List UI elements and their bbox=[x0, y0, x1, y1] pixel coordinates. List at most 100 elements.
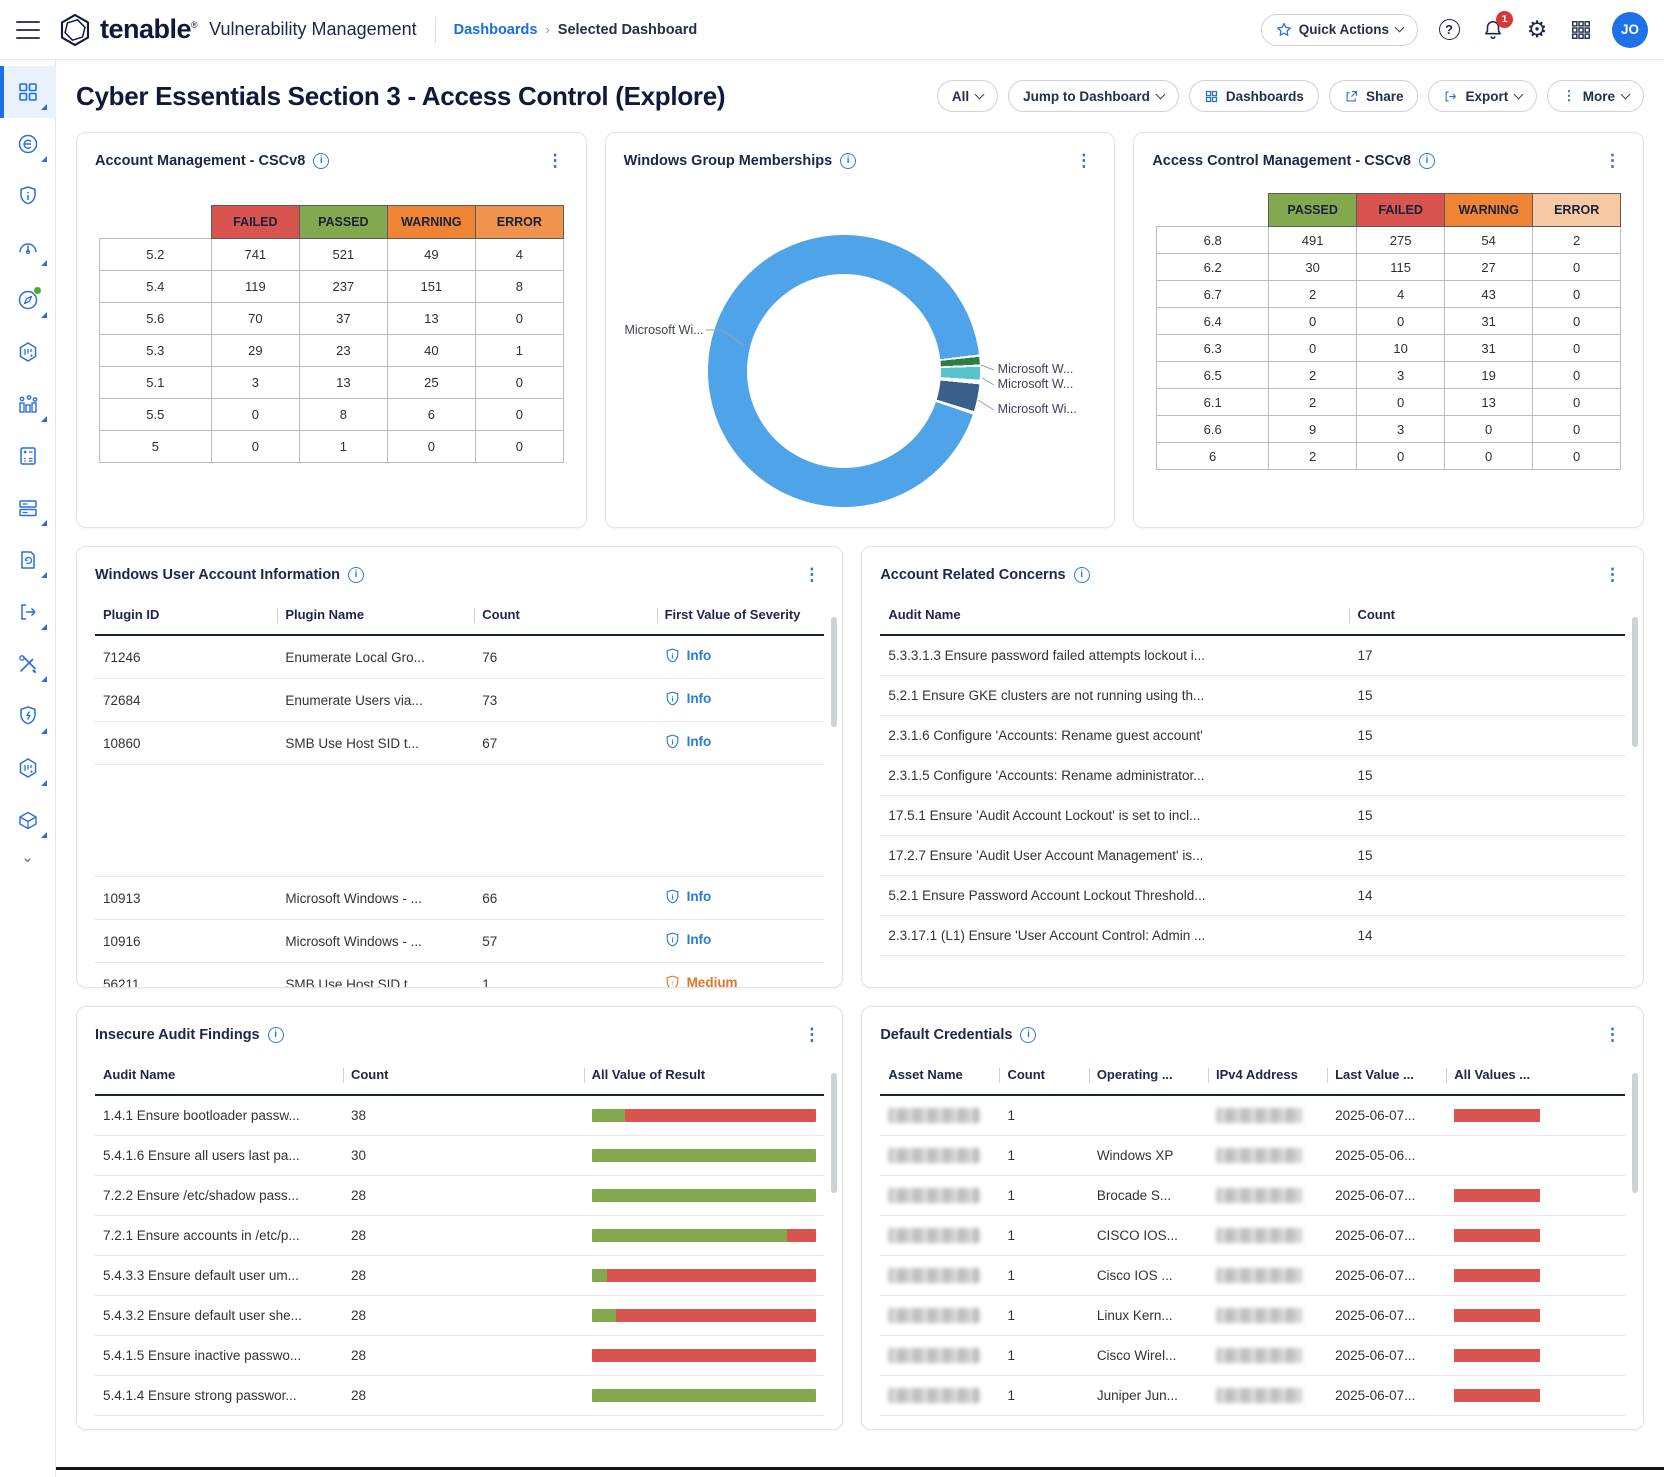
table-row[interactable]: 17.2.7 Ensure 'Audit User Account Manage… bbox=[880, 836, 1625, 876]
table-row[interactable]: 1Cisco Wirel...2025-06-07... bbox=[880, 1336, 1625, 1376]
apps-button[interactable] bbox=[1568, 17, 1594, 43]
table-row[interactable]: 5.2.1 Ensure Password Account Lockout Th… bbox=[880, 876, 1625, 916]
sidebar-item-findings[interactable] bbox=[0, 170, 56, 222]
table-row[interactable]: 72684Enumerate Users via...73iInfo bbox=[95, 679, 824, 722]
count-cell: 28 bbox=[343, 1376, 584, 1416]
vertical-scrollbar[interactable] bbox=[1632, 617, 1638, 747]
table-row[interactable]: 71246Enumerate Local Gro...76iInfo bbox=[95, 635, 824, 679]
sidebar-item-dashboards[interactable] bbox=[0, 66, 56, 118]
vertical-scrollbar[interactable] bbox=[831, 617, 837, 727]
filter-all-button[interactable]: All bbox=[937, 80, 998, 112]
audit-name-cell: 2.3.17.1 (L1) Ensure 'User Account Contr… bbox=[880, 916, 1349, 956]
sidebar-item-lumin[interactable] bbox=[0, 222, 56, 274]
table-row[interactable]: 1Brocade S...2025-06-07... bbox=[880, 1176, 1625, 1216]
info-icon[interactable]: i bbox=[268, 1027, 284, 1043]
table-row[interactable]: 2.3.17.1 (L1) Ensure 'User Account Contr… bbox=[880, 916, 1625, 956]
matrix-cell: 0 bbox=[1533, 416, 1621, 443]
table-row[interactable]: 5.4.3.2 Ensure default user she...28 bbox=[95, 1296, 824, 1336]
last-value-cell: 2025-06-07... bbox=[1327, 1296, 1446, 1336]
table-row[interactable]: 10913Microsoft Windows - ...66iInfo bbox=[95, 877, 824, 920]
notifications-button[interactable]: 1 bbox=[1480, 17, 1506, 43]
sidebar-item-exports[interactable] bbox=[0, 586, 56, 638]
widget-menu-button[interactable]: ⋮ bbox=[799, 564, 824, 585]
info-icon[interactable]: i bbox=[1419, 153, 1435, 169]
table-row[interactable]: 5.4.1.4 Ensure strong passwor...28 bbox=[95, 1376, 824, 1416]
sidebar-item-attack-surface[interactable] bbox=[0, 274, 56, 326]
sidebar-item-reports[interactable] bbox=[0, 534, 56, 586]
table-row[interactable]: 7.2.2 Ensure /etc/shadow pass...28 bbox=[95, 1176, 824, 1216]
widget-menu-button[interactable]: ⋮ bbox=[1071, 150, 1096, 171]
table-row[interactable]: 1Windows XP2025-05-06... bbox=[880, 1136, 1625, 1176]
widget-menu-button[interactable]: ⋮ bbox=[1600, 1024, 1625, 1045]
severity-badge[interactable]: ↑Medium bbox=[665, 975, 738, 988]
ipv4-address-cell bbox=[1208, 1256, 1327, 1296]
sidebar-item-assets[interactable] bbox=[0, 742, 56, 794]
dashboards-button[interactable]: Dashboards bbox=[1189, 80, 1319, 112]
matrix-row: 5.50860 bbox=[99, 399, 563, 431]
vertical-scrollbar[interactable] bbox=[831, 1073, 837, 1193]
table-row[interactable]: 1Cisco IOS ...2025-06-07... bbox=[880, 1256, 1625, 1296]
matrix-row-label: 6.3 bbox=[1157, 335, 1269, 362]
severity-badge[interactable]: iInfo bbox=[665, 932, 712, 947]
vertical-scrollbar[interactable] bbox=[1632, 1073, 1638, 1193]
sidebar-item-packages[interactable] bbox=[0, 794, 56, 846]
sidebar-item-analytics[interactable] bbox=[0, 378, 56, 430]
info-icon[interactable]: i bbox=[1020, 1027, 1036, 1043]
widget-menu-button[interactable]: ⋮ bbox=[543, 150, 568, 171]
more-button[interactable]: ⋮ More bbox=[1547, 80, 1644, 112]
sidebar-item-scans[interactable] bbox=[0, 482, 56, 534]
sidebar-item-inventory[interactable] bbox=[0, 326, 56, 378]
sidebar-collapse-chevron-icon[interactable]: ⌄ bbox=[21, 848, 34, 866]
windows-group-donut-chart[interactable]: Microsoft Wi... Microsoft W... Microsoft… bbox=[606, 179, 1115, 519]
table-row[interactable]: 10860SMB Use Host SID t...67iInfo bbox=[95, 722, 824, 765]
table-row[interactable]: 17.5.1 Ensure 'Audit Account Lockout' is… bbox=[880, 796, 1625, 836]
share-button[interactable]: Share bbox=[1329, 80, 1419, 112]
sidebar-item-sensors[interactable] bbox=[0, 690, 56, 742]
info-icon[interactable]: i bbox=[313, 153, 329, 169]
widget-menu-button[interactable]: ⋮ bbox=[1600, 150, 1625, 171]
sidebar-item-explore[interactable] bbox=[0, 118, 56, 170]
table-row[interactable]: 2.3.1.6 Configure 'Accounts: Rename gues… bbox=[880, 716, 1625, 756]
jump-to-dashboard-button[interactable]: Jump to Dashboard bbox=[1008, 80, 1179, 112]
widget-menu-button[interactable]: ⋮ bbox=[1600, 564, 1625, 585]
result-bar-cell bbox=[584, 1095, 825, 1136]
severity-badge[interactable]: iInfo bbox=[665, 734, 712, 749]
table-row[interactable]: 2.3.1.5 Configure 'Accounts: Rename admi… bbox=[880, 756, 1625, 796]
sidebar-item-tools[interactable] bbox=[0, 638, 56, 690]
matrix-cell: 40 bbox=[387, 335, 475, 367]
info-icon[interactable]: i bbox=[348, 567, 364, 583]
breadcrumb-dashboards-link[interactable]: Dashboards bbox=[454, 22, 538, 38]
matrix-cell: 1 bbox=[299, 431, 387, 463]
hamburger-menu-icon[interactable] bbox=[16, 21, 40, 39]
user-avatar[interactable]: JO bbox=[1612, 12, 1648, 48]
table-row[interactable]: 10916Microsoft Windows - ...57iInfo bbox=[95, 920, 824, 963]
table-row[interactable]: 5.4.1.5 Ensure inactive passwo...28 bbox=[95, 1336, 824, 1376]
severity-badge[interactable]: iInfo bbox=[665, 648, 712, 663]
settings-button[interactable]: ⚙ bbox=[1524, 17, 1550, 43]
table-row[interactable]: 1CISCO IOS...2025-06-07... bbox=[880, 1216, 1625, 1256]
table-row[interactable]: 1Linux Kern...2025-06-07... bbox=[880, 1296, 1625, 1336]
sidebar-item-audits[interactable] bbox=[0, 430, 56, 482]
table-row[interactable]: 5.3.3.1.3 Ensure password failed attempt… bbox=[880, 635, 1625, 676]
table-row[interactable]: 1Juniper Jun...2025-06-07... bbox=[880, 1376, 1625, 1416]
bar-failed-segment bbox=[787, 1229, 816, 1242]
table-row[interactable]: 5.4.1.6 Ensure all users last pa...30 bbox=[95, 1136, 824, 1176]
matrix-column-error: ERROR bbox=[1533, 194, 1621, 227]
severity-badge[interactable]: iInfo bbox=[665, 889, 712, 904]
status-matrix-table: PASSEDFAILEDWARNINGERROR6.84912755426.23… bbox=[1156, 193, 1621, 470]
table-row[interactable]: 7.2.1 Ensure accounts in /etc/p...28 bbox=[95, 1216, 824, 1256]
quick-actions-button[interactable]: Quick Actions bbox=[1261, 14, 1418, 46]
info-icon[interactable]: i bbox=[1074, 567, 1090, 583]
info-icon[interactable]: i bbox=[840, 153, 856, 169]
widget-menu-button[interactable]: ⋮ bbox=[799, 1024, 824, 1045]
table-row[interactable]: 1.4.1 Ensure bootloader passw...38 bbox=[95, 1095, 824, 1136]
table-row[interactable]: 12025-06-07... bbox=[880, 1095, 1625, 1136]
audit-name-cell: 5.4.3.3 Ensure default user um... bbox=[95, 1256, 343, 1296]
table-row[interactable]: 5.2.1 Ensure GKE clusters are not runnin… bbox=[880, 676, 1625, 716]
table-row[interactable]: 56211SMB Use Host SID t...1↑Medium bbox=[95, 963, 824, 989]
help-button[interactable]: ? bbox=[1436, 17, 1462, 43]
table-row[interactable]: 5.4.3.3 Ensure default user um...28 bbox=[95, 1256, 824, 1296]
severity-badge[interactable]: iInfo bbox=[665, 691, 712, 706]
matrix-cell: 29 bbox=[211, 335, 299, 367]
export-button[interactable]: Export bbox=[1428, 80, 1537, 112]
